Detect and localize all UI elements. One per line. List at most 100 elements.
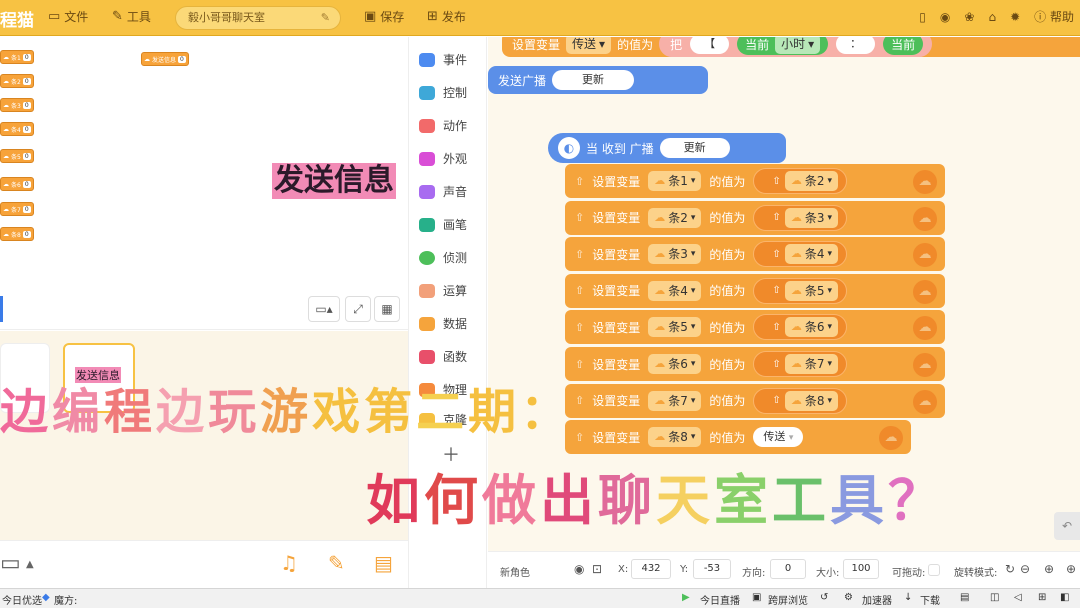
var-monitor-6[interactable]: ☁ 条6 0 [0,177,34,191]
variable-dropdown[interactable]: ☁ 条5 ▾ [648,317,702,338]
zoom-out-icon[interactable]: ⊖ [1020,562,1030,576]
magic-cube[interactable]: 魔方: [54,592,77,607]
tray-icon-2[interactable]: ◫ [990,592,999,603]
var-monitor-send[interactable]: ☁ 发送信息 0 [141,52,189,66]
caret-up-icon[interactable]: ▲ [26,559,34,570]
group-icon[interactable]: ❀ [964,10,974,24]
variable-dropdown[interactable]: ☁ 条6 ▾ [784,317,838,338]
category-events[interactable]: 事件 [409,43,488,76]
tray-icon-3[interactable]: ◧ [1060,592,1069,603]
var-monitor-5[interactable]: ☁ 条5 0 [0,149,34,163]
lock-icon[interactable]: ⊡ [592,562,602,576]
var-monitor-3[interactable]: ☁ 条3 0 [0,98,34,112]
pencil-icon[interactable]: ✎ [328,551,345,575]
variable-reporter[interactable]: ⇧ ☁ 条5 ▾ [753,277,847,304]
set-variable-row[interactable]: ⇧ 设置变量 ☁ 条4 ▾ 的值为 ⇧ ☁ 条5 ▾ ☁ [565,273,945,308]
folder-add-icon[interactable]: ▤ [374,551,393,575]
variable-dropdown[interactable]: ☁ 条3 ▾ [648,244,702,265]
accelerator[interactable]: 加速器 [862,592,892,607]
current-time-reporter[interactable]: 当前 小时 ▾ [737,37,829,55]
live-today[interactable]: 今日直播 [700,592,740,607]
var-monitor-7[interactable]: ☁ 条7 0 [0,202,34,216]
text-input[interactable]: ： [836,37,876,54]
variable-dropdown[interactable]: ☁ 条7 ▾ [784,354,838,374]
volume-icon[interactable]: ◁ [1014,592,1022,603]
y-input[interactable]: -53 [693,559,731,579]
file-menu[interactable]: ▭ 文件 [48,8,88,25]
set-variable-row[interactable]: ⇧ 设置变量 ☁ 条1 ▾ 的值为 ⇧ ☁ 条2 ▾ ☁ [565,164,945,198]
variable-dropdown[interactable]: ☁ 条4 ▾ [648,280,702,301]
draggable-checkbox[interactable] [928,564,940,576]
variable-dropdown[interactable]: ☁ 条2 ▾ [784,171,838,191]
cross-screen[interactable]: 跨屏浏览 [768,592,808,607]
broadcast-message-input[interactable]: 更新 [659,138,730,158]
current-time-reporter-2[interactable]: 当前 [883,37,924,55]
category-functions[interactable]: 函数 [409,340,488,373]
category-data[interactable]: 数据 [409,307,488,340]
variable-reporter[interactable]: ⇧ ☁ 条4 ▾ [753,241,847,268]
stage-tab-indicator[interactable] [0,296,3,322]
download[interactable]: 下载 [920,592,940,607]
text-input[interactable]: 【 [690,37,730,54]
variable-dropdown[interactable]: 传送 ▾ [566,37,612,54]
category-sound[interactable]: 声音 [409,175,488,208]
publish-button[interactable]: ⊞ 发布 [427,8,466,25]
eye-icon[interactable]: ◉ [940,10,950,24]
variable-dropdown[interactable]: ☁ 条1 ▾ [648,171,702,191]
category-pen[interactable]: 画笔 [409,208,488,241]
variable-dropdown[interactable]: ☁ 条8 ▾ [784,390,838,411]
broadcast-block[interactable]: 发送广播 更新 [488,66,708,94]
set-variable-row[interactable]: ⇧ 设置变量 ☁ 条7 ▾ 的值为 ⇧ ☁ 条8 ▾ ☁ [565,383,945,418]
category-operators[interactable]: 运算 [409,274,488,307]
x-input[interactable]: 432 [631,559,671,579]
size-input[interactable]: 100 [843,559,879,579]
music-icon[interactable]: ♫ [280,551,298,575]
value-dropdown[interactable]: 传送 ▾ [753,427,804,448]
zoom-icon[interactable]: ⊞ [1038,592,1046,603]
category-motion[interactable]: 动作 [409,109,488,142]
set-variable-row[interactable]: ⇧ 设置变量 ☁ 条5 ▾ 的值为 ⇧ ☁ 条6 ▾ ☁ [565,310,945,345]
robot-icon[interactable]: ⌂ [988,10,996,24]
screen-size-button[interactable]: ▭▴ [308,296,340,322]
eye-visible-icon[interactable]: ◉ [574,562,584,576]
broadcast-message-input[interactable]: 更新 [552,70,635,90]
tools-menu[interactable]: ✎ 工具 [112,8,151,25]
variable-dropdown[interactable]: ☁ 条3 ▾ [784,207,838,228]
help-button[interactable]: ⓘ 帮助 [1034,8,1074,25]
var-monitor-1[interactable]: ☁ 条1 0 [0,50,34,64]
variable-dropdown[interactable]: ☁ 条4 ▾ [784,244,838,265]
grid-icon[interactable]: ▦ [374,296,400,322]
var-monitor-2[interactable]: ☁ 条2 0 [0,74,34,88]
sprite-name[interactable]: 新角色 [500,564,530,579]
join-reporter[interactable]: 把 【 当前 小时 ▾ ： 当前 [659,37,933,57]
zoom-in-icon[interactable]: ⊕ [1044,562,1054,576]
rotate-icon[interactable]: ↻ [1005,562,1015,576]
variable-dropdown[interactable]: ☁ 条5 ▾ [784,280,838,301]
variable-reporter[interactable]: ⇧ ☁ 条2 ▾ [753,168,847,194]
set-variable-block-top[interactable]: 设置变量 传送 ▾ 的值为 把 【 当前 小时 ▾ ： 当前 [502,37,1080,57]
variable-dropdown[interactable]: ☁ 条6 ▾ [648,354,702,374]
var-monitor-4[interactable]: ☁ 条4 0 [0,122,34,136]
variable-reporter[interactable]: ⇧ ☁ 条8 ▾ [753,387,847,414]
send-message-sprite[interactable]: 发送信息 [272,163,396,199]
variable-reporter[interactable]: ⇧ ☁ 条6 ▾ [753,314,847,341]
fullscreen-icon[interactable]: ⤢ [345,296,371,322]
when-receive-broadcast-block[interactable]: ◐ 当 收到 广播 更新 [548,133,786,163]
save-button[interactable]: ▣ 保存 [364,8,404,25]
stage-canvas[interactable]: ☁ 条1 0 ☁ 条2 0 ☁ 条3 0 ☁ 条4 0 ☁ 条5 0 ☁ 条6 0 ☁ 条7 0 ☁ 条8 0 … [0,37,408,292]
variable-dropdown[interactable]: ☁ 条8 ▾ [648,427,702,448]
zoom-reset-icon[interactable]: ⊕ [1066,562,1076,576]
today-picks[interactable]: 今日优选 [2,592,42,607]
variable-dropdown[interactable]: ☁ 条2 ▾ [648,207,702,228]
category-looks[interactable]: 外观 [409,142,488,175]
category-sensing[interactable]: 侦测 [409,241,488,274]
variable-reporter[interactable]: ⇧ ☁ 条3 ▾ [753,204,847,231]
set-variable-row[interactable]: ⇧ 设置变量 ☁ 条3 ▾ 的值为 ⇧ ☁ 条4 ▾ ☁ [565,237,945,272]
project-title-input[interactable]: 毅小哥哥聊天室 ✎ [175,6,341,30]
set-variable-row[interactable]: ⇧ 设置变量 ☁ 条2 ▾ 的值为 ⇧ ☁ 条3 ▾ ☁ [565,200,945,235]
set-variable-row[interactable]: ⇧ 设置变量 ☁ 条6 ▾ 的值为 ⇧ ☁ 条7 ▾ ☁ [565,347,945,381]
category-control[interactable]: 控制 [409,76,488,109]
set-variable-row[interactable]: ⇧ 设置变量 ☁ 条8 ▾ 的值为 传送 ▾ ☁ [565,420,911,455]
variable-reporter[interactable]: ⇧ ☁ 条7 ▾ [753,351,847,377]
direction-input[interactable]: 0 [770,559,806,579]
